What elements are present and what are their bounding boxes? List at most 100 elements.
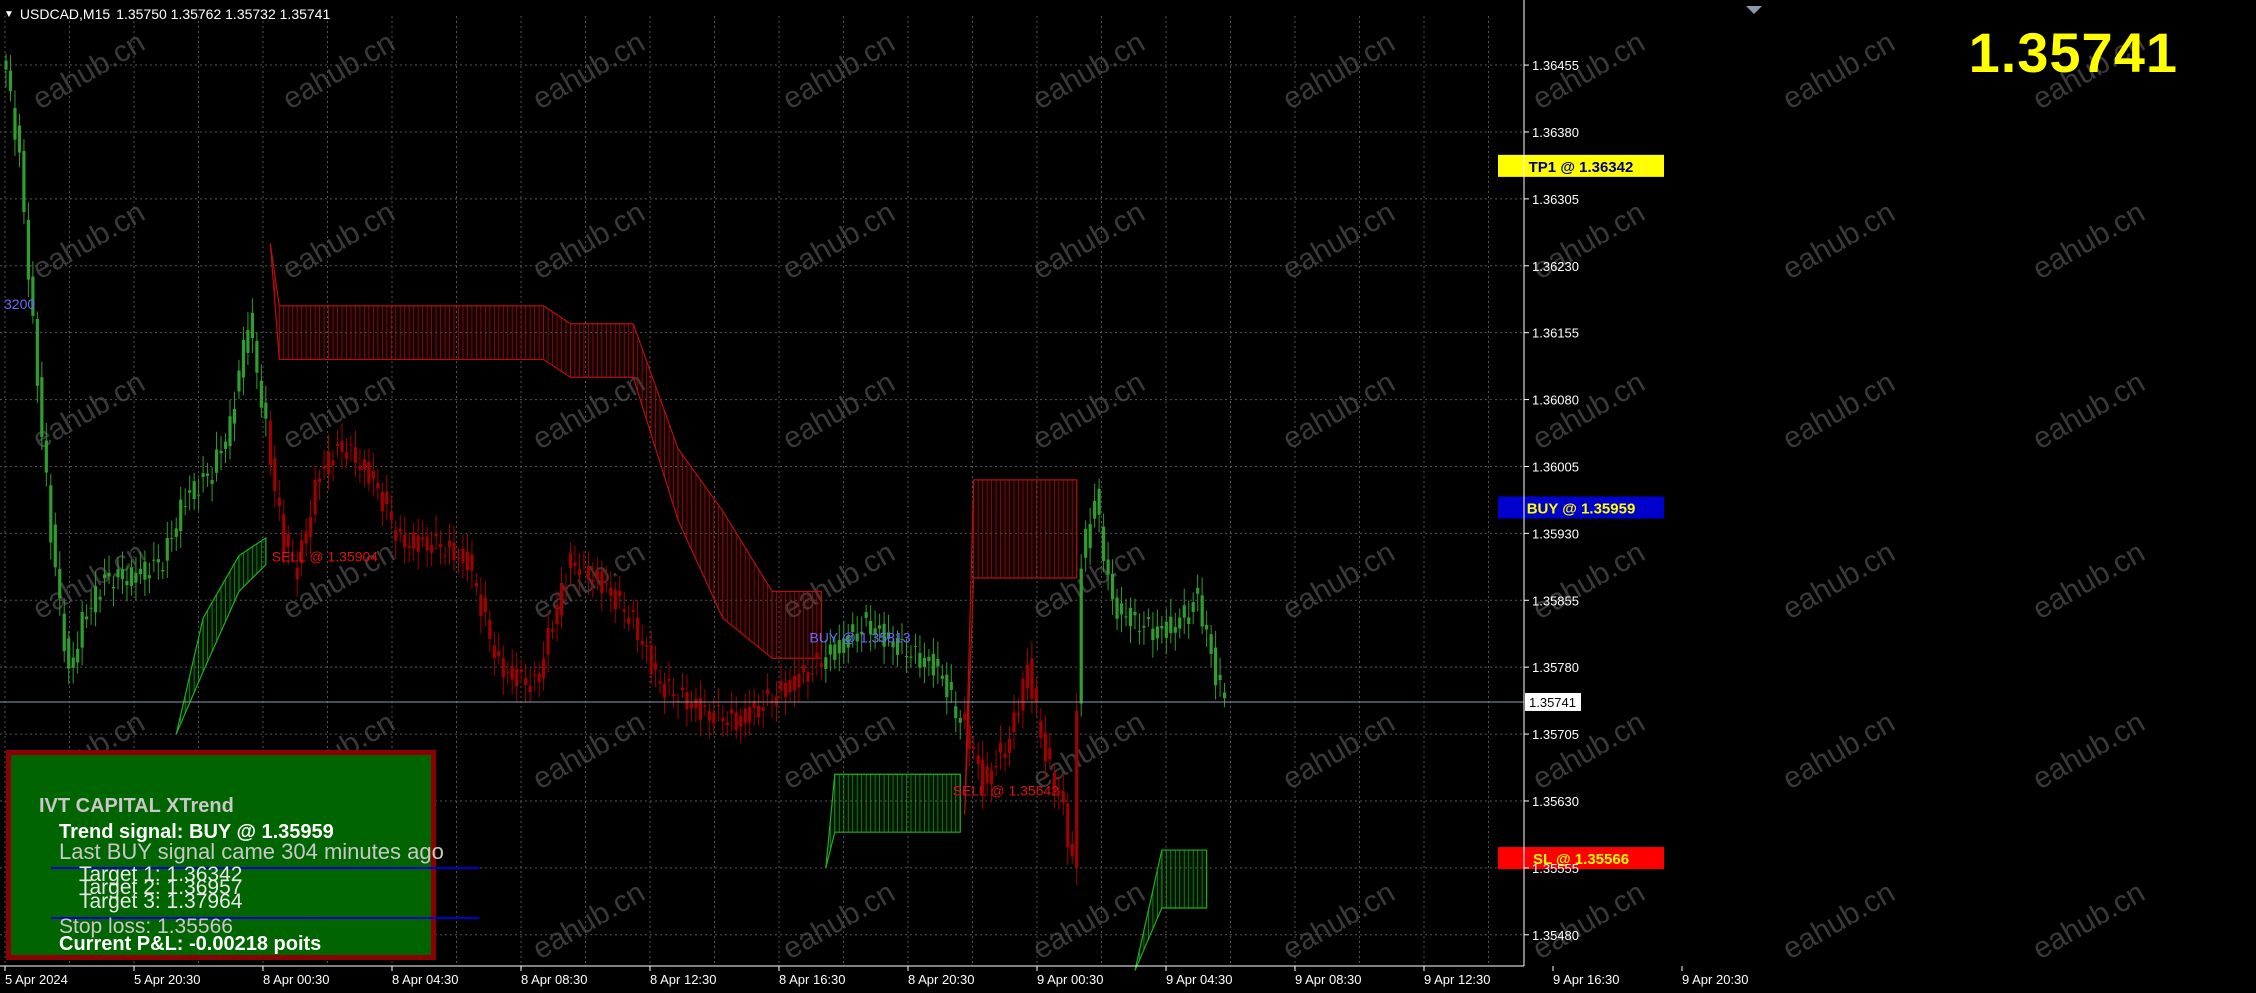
candle-body[interactable] [255, 340, 259, 373]
candle-body[interactable] [600, 571, 604, 594]
candle-body[interactable] [568, 552, 573, 569]
candle-body[interactable] [806, 672, 810, 682]
candle-body[interactable] [286, 533, 290, 548]
candle-body[interactable] [470, 554, 474, 571]
candle-body[interactable] [1218, 674, 1222, 681]
candle-body[interactable] [273, 458, 277, 492]
candle-body[interactable] [636, 617, 640, 641]
candle-body[interactable] [604, 583, 608, 585]
candle-body[interactable] [282, 514, 286, 553]
candle-body[interactable] [425, 536, 429, 551]
candle-body[interactable] [116, 569, 120, 578]
candle-body[interactable] [1097, 488, 1101, 515]
candle-body[interactable] [120, 569, 125, 580]
candle-body[interactable] [734, 712, 738, 730]
dropdown-triangle-icon[interactable]: ▼ [4, 9, 14, 20]
candle-body[interactable] [430, 544, 434, 553]
candle-body[interactable] [1124, 616, 1128, 618]
candle-body[interactable] [62, 613, 66, 652]
candle-body[interactable] [963, 713, 967, 721]
candle-body[interactable] [949, 681, 953, 690]
candle-body[interactable] [976, 755, 980, 764]
candle-body[interactable] [622, 609, 626, 612]
candle-body[interactable] [721, 717, 725, 722]
candle-body[interactable] [797, 673, 801, 688]
candle-body[interactable] [1025, 664, 1030, 689]
candle-body[interactable] [161, 570, 165, 572]
candle-body[interactable] [748, 707, 752, 723]
candle-body[interactable] [1110, 573, 1115, 600]
candle-body[interactable] [582, 559, 586, 561]
candle-body[interactable] [609, 587, 613, 596]
candle-body[interactable] [555, 605, 559, 625]
candle-body[interactable] [53, 524, 57, 568]
candle-body[interactable] [954, 706, 958, 719]
candle-body[interactable] [680, 687, 685, 691]
candle-body[interactable] [40, 377, 44, 437]
candle-body[interactable] [519, 669, 523, 673]
candle-body[interactable] [712, 713, 716, 724]
candle-body[interactable] [277, 497, 281, 507]
candle-body[interactable] [703, 705, 707, 707]
candle-body[interactable] [1196, 588, 1200, 594]
candle-body[interactable] [1039, 720, 1043, 738]
candle-body[interactable] [1133, 611, 1137, 616]
candle-body[interactable] [945, 674, 949, 698]
candle-body[interactable] [456, 557, 461, 559]
shift-marker-icon[interactable] [1746, 6, 1762, 14]
candle-body[interactable] [931, 653, 935, 676]
candle-body[interactable] [313, 479, 317, 515]
candle-body[interactable] [904, 655, 909, 657]
candle-body[interactable] [201, 473, 205, 477]
candle-body[interactable] [344, 452, 349, 459]
candle-body[interactable] [492, 645, 496, 659]
candle-body[interactable] [1209, 634, 1213, 654]
candle-body[interactable] [766, 689, 770, 694]
candle-body[interactable] [22, 150, 26, 213]
candle-body[interactable] [640, 640, 644, 645]
candle-body[interactable] [268, 420, 272, 466]
candle-body[interactable] [1088, 523, 1092, 549]
candle-body[interactable] [376, 483, 380, 489]
candle-body[interactable] [403, 534, 407, 548]
candle-body[interactable] [725, 722, 729, 726]
candle-body[interactable] [716, 705, 720, 707]
candle-body[interactable] [524, 678, 528, 686]
candle-body[interactable] [537, 673, 541, 683]
candle-body[interactable] [129, 567, 134, 586]
candle-body[interactable] [533, 674, 537, 676]
candle-body[interactable] [613, 590, 617, 610]
candle-body[interactable] [577, 569, 582, 576]
candle-body[interactable] [654, 663, 658, 670]
candle-body[interactable] [309, 516, 313, 537]
candle-body[interactable] [483, 597, 487, 612]
candle-body[interactable] [1075, 710, 1079, 868]
candle-body[interactable] [26, 219, 30, 280]
candle-body[interactable] [1187, 617, 1191, 624]
candle-body[interactable] [994, 765, 998, 768]
candle-body[interactable] [143, 561, 147, 580]
candle-body[interactable] [618, 590, 622, 597]
candle-body[interactable] [13, 107, 17, 140]
candle-body[interactable] [232, 408, 237, 424]
candle-body[interactable] [501, 658, 505, 678]
candle-body[interactable] [8, 70, 13, 92]
candle-body[interactable] [761, 707, 765, 711]
candle-body[interactable] [67, 638, 71, 669]
candle-body[interactable] [1119, 603, 1124, 615]
candle-body[interactable] [1151, 628, 1155, 641]
candle-body[interactable] [394, 530, 398, 541]
candle-body[interactable] [237, 370, 241, 392]
candle-body[interactable] [649, 645, 653, 675]
candle-body[interactable] [398, 528, 402, 532]
candle-body[interactable] [515, 668, 519, 687]
candle-body[interactable] [214, 449, 219, 473]
candle-body[interactable] [326, 451, 331, 475]
candle-body[interactable] [940, 675, 944, 679]
candle-body[interactable] [1048, 747, 1052, 760]
candle-body[interactable] [909, 656, 913, 658]
candle-body[interactable] [1142, 625, 1146, 628]
candle-body[interactable] [1102, 526, 1106, 562]
candle-body[interactable] [1030, 658, 1034, 699]
candle-body[interactable] [1016, 713, 1021, 716]
